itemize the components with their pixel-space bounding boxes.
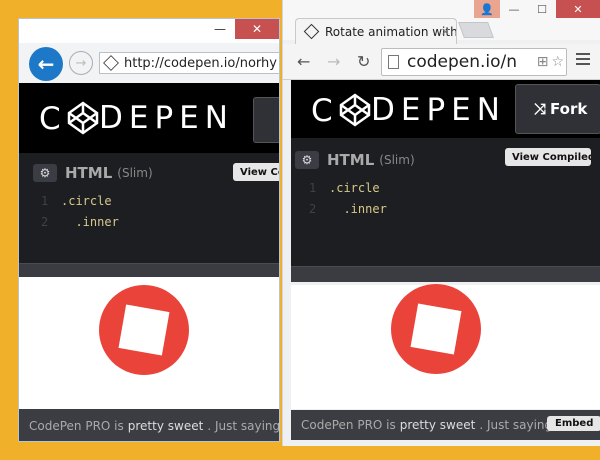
circle-shape	[391, 284, 481, 374]
inner-square-shape	[410, 303, 462, 355]
forward-button[interactable]: →	[327, 52, 340, 71]
forward-button[interactable]: →	[69, 51, 93, 75]
html-editor: ⚙ HTML (Slim) View Compiled 1.circle 2 .…	[291, 138, 600, 266]
circle-shape	[99, 285, 189, 375]
page-icon	[388, 55, 399, 69]
address-text: codepen.io/n	[407, 52, 518, 72]
editor-language: HTML	[327, 151, 375, 169]
editor-language-sub: (Slim)	[379, 153, 415, 167]
code-line: 2 .inner	[41, 215, 119, 229]
navigation-bar: ← → http://codepen.io/norhy ⌕	[19, 43, 279, 83]
browser-window-ie: — ✕ ← → http://codepen.io/norhy ⌕ C DEPE…	[18, 18, 280, 442]
code-line: 2 .inner	[309, 202, 387, 216]
gear-icon[interactable]: ⚙	[33, 164, 57, 182]
fork-button[interactable]: ⤨ Fork	[515, 84, 600, 134]
fork-button[interactable]	[253, 97, 279, 143]
result-preview	[19, 281, 279, 409]
menu-icon[interactable]	[576, 53, 590, 65]
view-compiled-button[interactable]: View Compiled	[505, 148, 591, 166]
browser-window-chrome: Rotate animation with × 👤 — ☐ ✕ ← → ↻ co…	[282, 0, 600, 446]
editor-language: HTML	[65, 164, 113, 182]
toolbar: ← → ↻ codepen.io/n ⊞ ☆	[283, 44, 600, 80]
codepen-logo-text: DEPEN	[99, 100, 234, 136]
embed-button[interactable]: Embed	[547, 416, 600, 431]
tab-title: Rotate animation with	[325, 24, 457, 39]
minimize-button[interactable]: —	[205, 19, 235, 39]
close-button[interactable]: ✕	[556, 0, 600, 18]
inner-square-shape	[118, 304, 170, 356]
code-line: 1 .circle	[309, 181, 380, 195]
new-tab-button[interactable]	[458, 22, 494, 38]
gear-icon[interactable]: ⚙	[295, 151, 319, 169]
editor-language-sub: (Slim)	[117, 166, 153, 180]
user-icon[interactable]: 👤	[474, 0, 500, 18]
code-line: 1 .circle	[41, 194, 112, 208]
svg-text:C: C	[39, 101, 66, 137]
translate-icon[interactable]: ⊞	[537, 54, 549, 70]
codepen-header: C DEPEN	[19, 83, 279, 153]
fork-icon: ⤨	[534, 100, 547, 118]
bookmark-star-icon[interactable]: ☆	[551, 54, 564, 70]
fork-label: Fork	[550, 100, 588, 118]
svg-text:C: C	[311, 93, 338, 129]
minimize-button[interactable]: —	[500, 0, 528, 18]
browser-tab[interactable]: Rotate animation with ×	[295, 18, 457, 44]
reload-button[interactable]: ↻	[357, 52, 370, 71]
code-area[interactable]: 1 .circle 2 .inner	[309, 178, 387, 220]
close-button[interactable]: ✕	[235, 19, 279, 39]
maximize-button[interactable]: ☐	[528, 0, 556, 18]
address-bar[interactable]: codepen.io/n ⊞ ☆	[381, 48, 567, 76]
codepen-favicon-icon	[103, 55, 119, 71]
codepen-favicon-icon	[303, 23, 320, 40]
pro-promo-bar: CodePen PRO is pretty sweet. Just saying.	[19, 409, 279, 441]
tab-close-icon[interactable]: ×	[441, 25, 450, 38]
back-button[interactable]: ←	[29, 47, 63, 81]
address-text: http://codepen.io/norhy	[124, 55, 277, 71]
code-area[interactable]: 1 .circle 2 .inner	[41, 191, 119, 233]
resize-bar[interactable]	[19, 263, 279, 277]
address-bar[interactable]: http://codepen.io/norhy ⌕	[99, 52, 280, 74]
title-bar: — ✕	[19, 19, 279, 43]
html-editor: ⚙ HTML (Slim) View Compiled 1.circle 2 .…	[19, 153, 279, 263]
codepen-logo-text: DEPEN	[371, 92, 506, 128]
view-compiled-button[interactable]: View Compiled	[233, 163, 279, 181]
search-icon[interactable]: ⌕	[279, 56, 280, 71]
resize-bar[interactable]	[291, 266, 600, 282]
result-preview	[291, 284, 600, 409]
back-button[interactable]: ←	[297, 52, 310, 71]
